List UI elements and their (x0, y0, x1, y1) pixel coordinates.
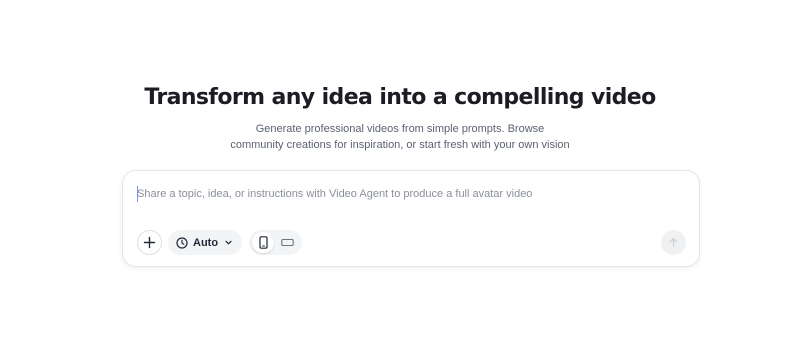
duration-value: Auto (193, 236, 219, 249)
arrow-up-icon (669, 238, 678, 248)
add-attachment-button[interactable] (137, 230, 162, 255)
phone-portrait-icon (258, 236, 268, 249)
page-title: Transform any idea into a compelling vid… (144, 85, 656, 110)
landscape-rectangle-icon (280, 238, 294, 247)
aspect-portrait-button[interactable] (252, 232, 274, 253)
page-subtitle: Generate professional videos from simple… (230, 123, 570, 151)
plus-icon (143, 236, 156, 249)
aspect-ratio-toggle (249, 230, 302, 255)
duration-dropdown[interactable]: Auto (168, 230, 242, 255)
prompt-input[interactable] (137, 185, 677, 203)
aspect-landscape-button[interactable] (276, 232, 298, 253)
send-button[interactable] (661, 230, 686, 255)
prompt-composer: Auto (122, 170, 700, 267)
video-agent-page: Transform any idea into a compelling vid… (0, 0, 800, 340)
chevron-down-icon (224, 238, 233, 247)
clock-icon (176, 236, 188, 249)
